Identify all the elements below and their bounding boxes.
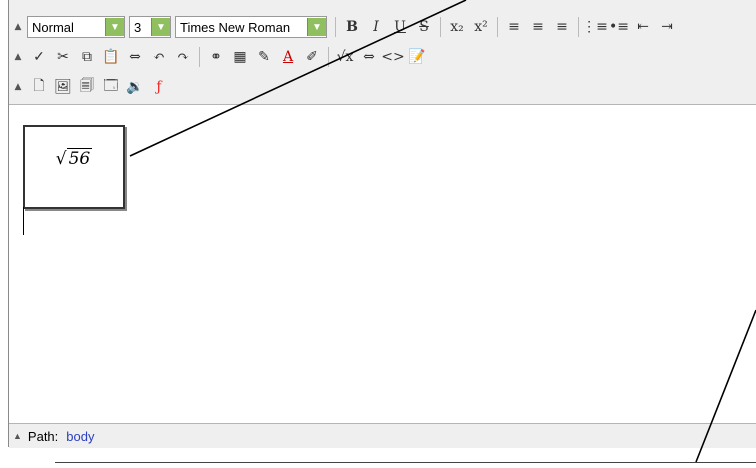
radicand: 56 — [66, 148, 93, 169]
chevron-down-icon[interactable]: ▼ — [307, 18, 326, 36]
pencil-icon[interactable]: ✎ — [252, 46, 276, 68]
chevron-down-icon[interactable]: ▼ — [151, 18, 170, 36]
toolbar-separator — [497, 17, 498, 37]
toolbar-separator — [328, 47, 329, 67]
font-size-select-value: 3 — [134, 19, 142, 35]
paste-icon[interactable]: 📋 — [99, 46, 123, 68]
toolbar-separator — [440, 17, 441, 37]
strikethrough-icon[interactable]: S — [412, 16, 436, 38]
radical-sign: √ — [55, 149, 67, 169]
toolbar-row-2: ▲ ✓ ✂ ⧉ 📋 ⇔ ↶ ↷ ⚭ ▦ ✎ A ✐ √x ⇔ <> 📝 — [9, 44, 429, 70]
collapse-row-icon[interactable]: ▲ — [13, 82, 23, 92]
toolbar-separator — [578, 17, 579, 37]
flash-icon[interactable]: ƒ — [147, 76, 171, 98]
find-replace-icon[interactable]: ⇔ — [123, 46, 147, 68]
align-right-icon[interactable]: ≡ — [550, 16, 574, 38]
toolbar-row-1: ▲ Normal ▼ 3 ▼ Times New Roman ▼ B I U Sx₂ x… — [9, 14, 679, 40]
toolbar-separator — [199, 47, 200, 67]
row2-button-group: ✓ ✂ ⧉ 📋 ⇔ ↶ ↷ ⚭ ▦ ✎ A ✐ √x ⇔ <> 📝 — [27, 46, 429, 68]
cut-icon[interactable]: ✂ — [51, 46, 75, 68]
insert-link-icon[interactable]: ⚭ — [204, 46, 228, 68]
insert-file-icon[interactable]: 🗋 — [27, 76, 51, 98]
edit-icon[interactable]: 📝 — [405, 46, 429, 68]
format-select-value: Normal — [32, 19, 74, 35]
toolbar-separator — [335, 17, 336, 37]
font-family-select[interactable]: Times New Roman ▼ — [175, 16, 327, 38]
equation-icon[interactable]: √x — [333, 46, 357, 68]
redo-icon[interactable]: ↷ — [171, 46, 195, 68]
ordered-list-icon[interactable]: ⋮≡ — [582, 16, 608, 38]
math-expression: √ 56 — [55, 148, 93, 169]
path-label: Path: — [27, 428, 59, 444]
path-body-link[interactable]: body — [66, 429, 94, 444]
collapse-row-icon[interactable]: ▲ — [13, 22, 23, 32]
copy-icon[interactable]: ⧉ — [75, 46, 99, 68]
toolbar: ▲ Normal ▼ 3 ▼ Times New Roman ▼ B I U Sx₂ x… — [9, 0, 756, 105]
highlight-icon[interactable]: ✐ — [300, 46, 324, 68]
text-caret — [23, 207, 24, 235]
collapse-status-icon[interactable]: ▲ — [13, 431, 22, 441]
bold-icon[interactable]: B — [340, 16, 364, 38]
source-code-icon[interactable]: <> — [381, 46, 405, 68]
font-color-icon[interactable]: A — [276, 46, 300, 68]
font-size-select[interactable]: 3 ▼ — [129, 16, 171, 38]
row1-button-group: B I U Sx₂ x² ≡ ≡ ≡ ⋮≡ •≡ ⇤ ⇥ — [340, 16, 679, 38]
insert-image-icon[interactable]: 🖼 — [51, 76, 75, 98]
spellcheck-icon[interactable]: ✓ — [27, 46, 51, 68]
special-char-icon[interactable]: ⇔ — [357, 46, 381, 68]
annotation-baseline — [55, 462, 756, 463]
status-bar: ▲ Path: body — [9, 423, 756, 448]
editor-frame: ▲ Normal ▼ 3 ▼ Times New Roman ▼ B I U Sx₂ x… — [8, 0, 756, 448]
row3-button-group: 🗋 🖼 🗐 🗔 🔉 ƒ — [27, 76, 171, 98]
align-center-icon[interactable]: ≡ — [526, 16, 550, 38]
unordered-list-icon[interactable]: •≡ — [607, 16, 631, 38]
font-family-select-value: Times New Roman — [180, 19, 291, 35]
italic-icon[interactable]: I — [364, 16, 388, 38]
editor-content-area[interactable]: √ 56 — [9, 105, 756, 423]
toolbar-row-3: ▲ 🗋 🖼 🗐 🗔 🔉 ƒ — [9, 74, 171, 100]
outdent-icon[interactable]: ⇤ — [631, 16, 655, 38]
collapse-row-icon[interactable]: ▲ — [13, 52, 23, 62]
insert-table-icon[interactable]: ▦ — [228, 46, 252, 68]
superscript-icon[interactable]: x² — [469, 16, 493, 38]
chevron-down-icon[interactable]: ▼ — [105, 18, 124, 36]
insert-audio-icon[interactable]: 🔉 — [123, 76, 147, 98]
undo-icon[interactable]: ↶ — [147, 46, 171, 68]
subscript-icon[interactable]: x₂ — [445, 16, 469, 38]
math-equation-box[interactable]: √ 56 — [23, 125, 125, 209]
insert-media-icon[interactable]: 🗔 — [99, 76, 123, 98]
format-select[interactable]: Normal ▼ — [27, 16, 125, 38]
underline-icon[interactable]: U — [388, 16, 412, 38]
indent-icon[interactable]: ⇥ — [655, 16, 679, 38]
insert-document-icon[interactable]: 🗐 — [75, 76, 99, 98]
align-left-icon[interactable]: ≡ — [502, 16, 526, 38]
